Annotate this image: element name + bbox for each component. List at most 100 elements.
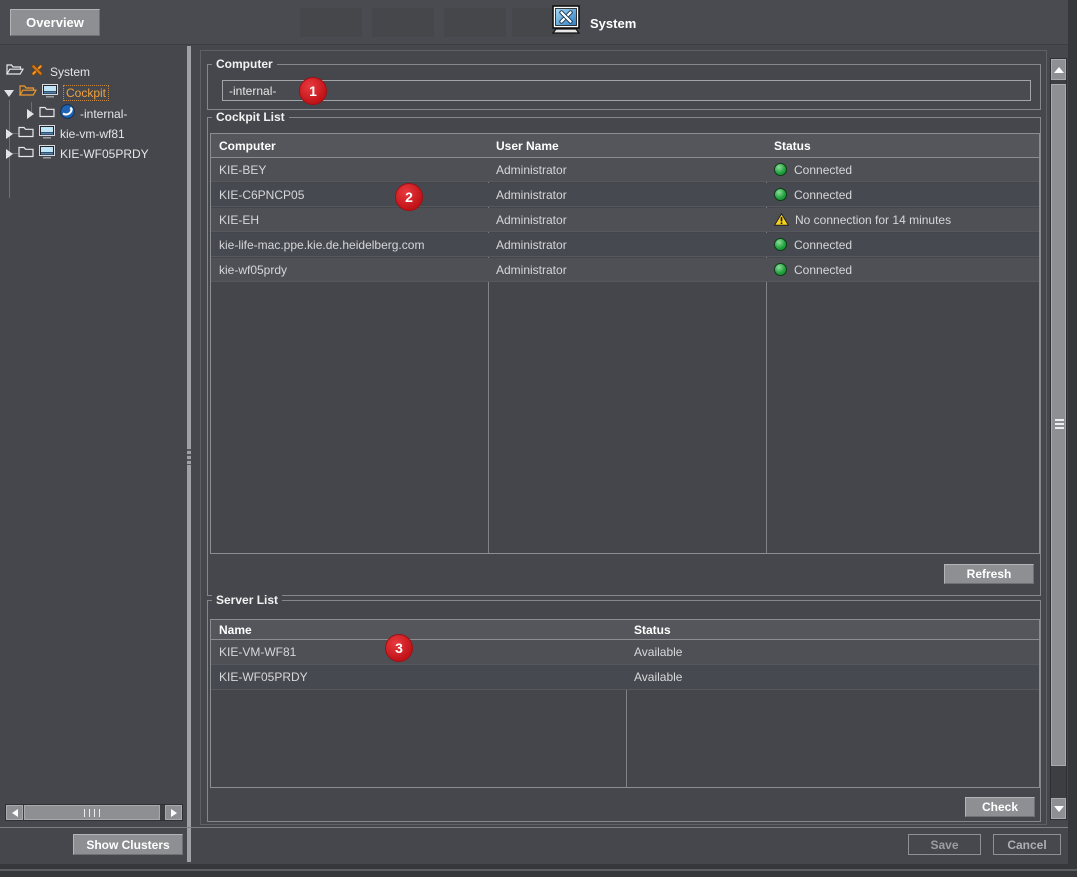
cell-computer: KIE-EH: [211, 213, 488, 227]
callout-badge-3: 3: [385, 634, 413, 662]
refresh-button[interactable]: Refresh: [944, 564, 1034, 584]
scroll-down-button[interactable]: [1051, 798, 1066, 819]
computer-input[interactable]: [222, 80, 1031, 101]
tree-item-label: -internal-: [80, 107, 127, 121]
column-header-computer[interactable]: Computer: [211, 139, 488, 153]
check-button[interactable]: Check: [965, 797, 1035, 817]
window-bottom-edge: [0, 869, 1077, 871]
globe-icon: [60, 104, 75, 124]
callout-badge-2: 2: [395, 183, 423, 211]
page-title-label: System: [590, 16, 636, 31]
footer-divider: [0, 827, 1068, 828]
tree-item-cockpit[interactable]: Cockpit: [4, 84, 109, 102]
cockpit-list-label: Cockpit List: [212, 110, 289, 124]
table-row[interactable]: KIE-EH Administrator No connection for 1…: [211, 208, 1039, 232]
tree-item-system[interactable]: System: [6, 63, 90, 81]
open-folder-icon: [6, 63, 24, 81]
cockpit-table-header: Computer User Name Status: [211, 134, 1039, 158]
table-row[interactable]: KIE-BEY Administrator Connected: [211, 158, 1039, 182]
horizontal-scroll-thumb[interactable]: [24, 805, 160, 820]
connected-status-icon: [774, 163, 787, 176]
cell-status: No connection for 14 minutes: [766, 213, 1039, 227]
tab-placeholder: [300, 8, 362, 37]
arrow-down-icon: [1054, 806, 1064, 812]
warning-icon: [774, 213, 789, 226]
arrow-up-icon: [1054, 67, 1064, 73]
column-header-name[interactable]: Name: [211, 623, 626, 637]
tree-item-label: Cockpit: [63, 85, 109, 101]
server-list-label: Server List: [212, 593, 282, 607]
cell-computer: KIE-BEY: [211, 163, 488, 177]
cell-name: KIE-VM-WF81: [211, 645, 626, 659]
table-row[interactable]: KIE-C6PNCP05 Administrator Connected: [211, 183, 1039, 207]
tools-icon: [29, 63, 45, 82]
top-bar: Overview System: [0, 0, 1068, 45]
tree-item-internal[interactable]: -internal-: [27, 105, 127, 123]
overview-button[interactable]: Overview: [10, 9, 100, 36]
cell-computer: KIE-C6PNCP05: [211, 188, 488, 202]
tree-item-label: System: [50, 65, 90, 79]
tab-placeholder: [372, 8, 434, 37]
connected-status-icon: [774, 263, 787, 276]
vertical-scroll-thumb[interactable]: [1051, 84, 1066, 766]
scroll-up-button[interactable]: [1051, 59, 1066, 80]
tree-item-label: kie-vm-wf81: [60, 127, 125, 141]
cell-status: Connected: [766, 263, 1039, 277]
column-header-status[interactable]: Status: [766, 139, 1039, 153]
table-row[interactable]: kie-life-mac.ppe.kie.de.heidelberg.com A…: [211, 233, 1039, 257]
cockpit-list-table: Computer User Name Status KIE-BEY Admini…: [210, 133, 1040, 554]
expander-right-icon[interactable]: [6, 129, 13, 139]
column-header-user-name[interactable]: User Name: [488, 139, 766, 153]
cell-status: Connected: [766, 163, 1039, 177]
application-window: Overview System: [0, 0, 1068, 864]
table-row[interactable]: KIE-VM-WF81 Available: [211, 640, 1039, 665]
open-folder-icon: [19, 84, 37, 102]
connected-status-icon: [774, 238, 787, 251]
expander-right-icon[interactable]: [27, 109, 34, 119]
computer-icon: [39, 125, 55, 144]
closed-folder-icon: [18, 145, 34, 163]
scroll-right-button[interactable]: [165, 805, 182, 820]
expander-right-icon[interactable]: [6, 149, 13, 159]
expander-down-icon[interactable]: [4, 90, 14, 97]
connected-status-icon: [774, 188, 787, 201]
splitter-grip[interactable]: [187, 449, 191, 465]
show-clusters-button[interactable]: Show Clusters: [73, 834, 183, 855]
computer-icon: [39, 145, 55, 164]
scroll-thumb-grip: [1055, 419, 1064, 431]
cell-computer: kie-wf05prdy: [211, 263, 488, 277]
callout-badge-1: 1: [299, 77, 327, 105]
save-button[interactable]: Save: [908, 834, 981, 855]
main-vertical-scrollbar[interactable]: [1050, 58, 1067, 820]
column-header-status[interactable]: Status: [626, 623, 1039, 637]
tab-placeholder: [444, 8, 506, 37]
cell-status: Available: [626, 670, 1039, 684]
closed-folder-icon: [39, 105, 55, 123]
arrow-left-icon: [12, 809, 18, 817]
closed-folder-icon: [18, 125, 34, 143]
tree-item-label: KIE-WF05PRDY: [60, 147, 149, 161]
cell-status: Available: [626, 645, 1039, 659]
table-row[interactable]: kie-wf05prdy Administrator Connected: [211, 258, 1039, 282]
table-row[interactable]: KIE-WF05PRDY Available: [211, 665, 1039, 690]
system-icon: [551, 5, 581, 41]
tree-item-kie-vm-wf81[interactable]: kie-vm-wf81: [6, 125, 125, 143]
page-title: System: [551, 7, 636, 39]
panel-splitter[interactable]: [187, 46, 191, 862]
server-table-header: Name Status: [211, 620, 1039, 640]
cell-user-name: Administrator: [488, 263, 766, 277]
scroll-left-button[interactable]: [6, 805, 23, 820]
navigation-tree: System Cockpit: [0, 46, 186, 827]
cell-status: Connected: [766, 188, 1039, 202]
cell-user-name: Administrator: [488, 163, 766, 177]
arrow-right-icon: [171, 809, 177, 817]
computer-group-label: Computer: [212, 57, 277, 71]
cell-user-name: Administrator: [488, 238, 766, 252]
cell-user-name: Administrator: [488, 213, 766, 227]
cell-computer: kie-life-mac.ppe.kie.de.heidelberg.com: [211, 238, 488, 252]
tree-horizontal-scrollbar[interactable]: [5, 804, 183, 821]
tree-item-kie-wf05prdy[interactable]: KIE-WF05PRDY: [6, 145, 149, 163]
computer-icon: [42, 84, 58, 103]
cancel-button[interactable]: Cancel: [993, 834, 1061, 855]
cell-name: KIE-WF05PRDY: [211, 670, 626, 684]
